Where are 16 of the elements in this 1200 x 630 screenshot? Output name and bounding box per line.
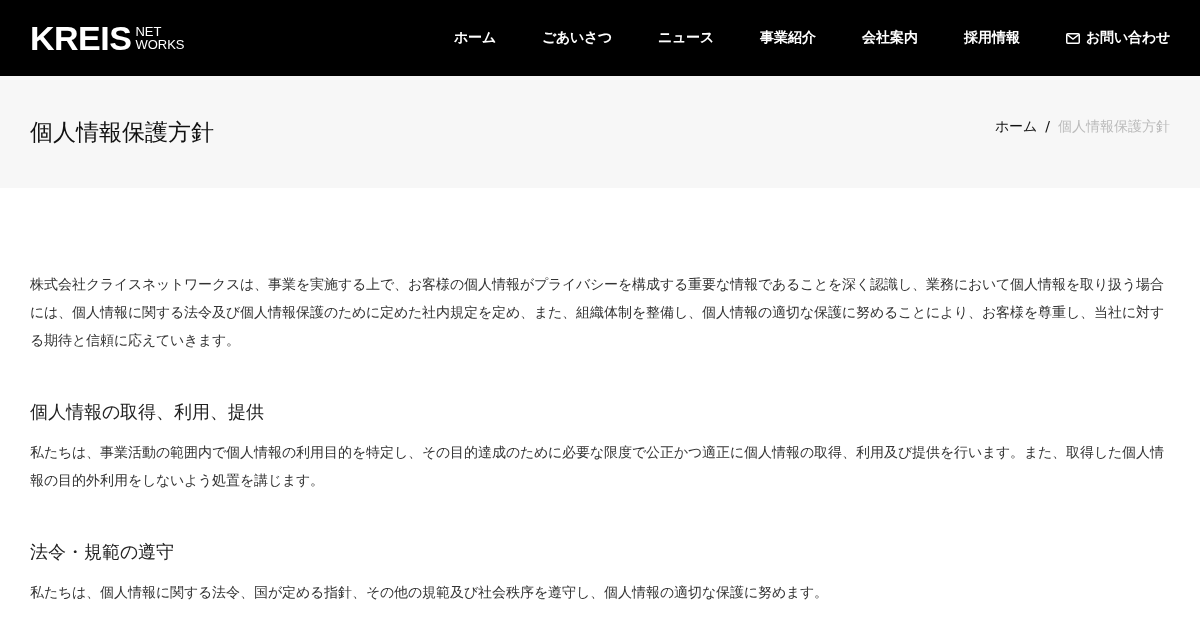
mail-icon: [1066, 32, 1080, 44]
breadcrumb-link[interactable]: ホーム: [995, 118, 1038, 136]
nav-link[interactable]: 事業紹介: [714, 29, 816, 47]
section-paragraph: 私たちは、個人情報に関する法令、国が定める指針、その他の規範及び社会秩序を遵守し、個人情報の適切な保護に努めます。: [30, 583, 829, 602]
section-heading: 個人情報の取得、利用、提供: [30, 400, 265, 424]
section-heading: 法令・規範の遵守: [30, 540, 175, 564]
nav-link[interactable]: 採用情報: [918, 29, 1020, 47]
nav-link[interactable]: 会社案内: [816, 29, 918, 47]
page-title: 個人情報保護方針: [30, 117, 214, 147]
intro-paragraph: 株式会社クライスネットワークスは、事業を実施する上で、お客様の個人情報がプライバシーを構成する重要な情報であることを深く認識し、業務において個人情報を取り扱う場合には、個人情報に関する法令及び個人情報保護のために定めた社内規定を定め、また、組織体制を整備し、個人情報の適切な保護に努めることにより、お客様を尊重し、当社に対する期待と信頼に応えていきます。: [30, 275, 1165, 350]
nav-link[interactable]: ニュース: [612, 29, 714, 47]
nav-link[interactable]: お問い合わせ: [1020, 29, 1170, 47]
nav-link[interactable]: ごあいさつ: [496, 29, 612, 47]
section-paragraph: 私たちは、事業活動の範囲内で個人情報の利用目的を特定し、その目的達成のために必要な限度で公正かつ適正に個人情報の取得、利用及び提供を行います。また、取得した個人情報の目的外利用をしないよう処置を講じます。: [30, 443, 1165, 490]
breadcrumb-separator: /: [1045, 118, 1050, 136]
nav-link[interactable]: ホーム: [408, 29, 496, 47]
